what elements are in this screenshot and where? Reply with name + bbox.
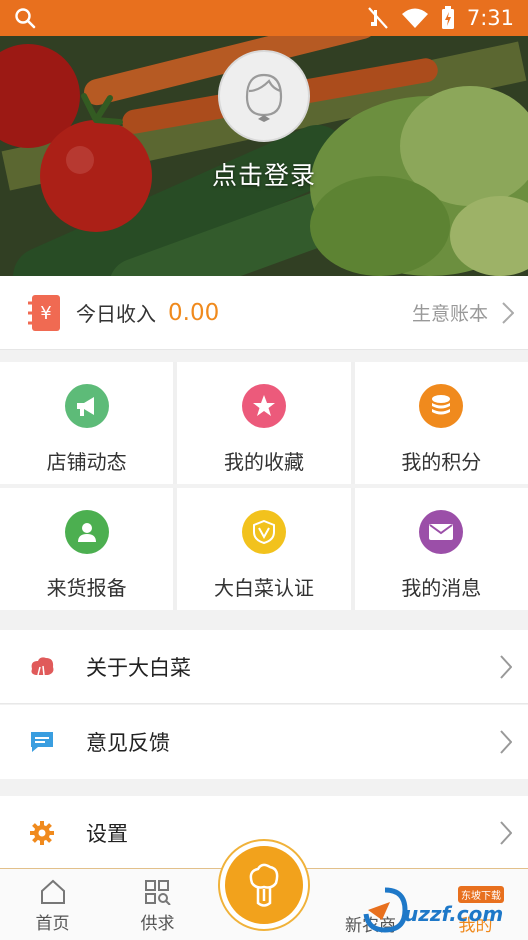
grid-item-label: 我的消息 xyxy=(401,576,482,600)
profile-header: 点击登录 xyxy=(0,36,528,276)
person-report-icon xyxy=(64,510,109,554)
status-bar: 7:31 xyxy=(0,0,528,36)
megaphone-icon xyxy=(64,384,109,428)
shield-v-icon xyxy=(241,510,286,554)
wifi-icon xyxy=(401,8,428,28)
clock: 7:31 xyxy=(466,6,514,30)
income-row[interactable]: ¥ 今日收入 0.00 生意账本 xyxy=(0,276,528,350)
ledger-link[interactable]: 生意账本 xyxy=(412,299,514,326)
grid-item-label: 大白菜认证 xyxy=(213,576,314,600)
watermark-text: uzzf.com xyxy=(404,902,504,926)
nav-label: 首页 xyxy=(35,914,70,934)
envelope-icon xyxy=(419,510,464,554)
watermark-logo: uzzf.com 东坡下载 xyxy=(360,886,522,934)
grid-item-favorites[interactable]: 我的收藏 xyxy=(177,362,351,484)
cabbage-center-icon xyxy=(249,863,279,907)
svg-text:¥: ¥ xyxy=(40,303,51,324)
chevron-right-icon xyxy=(500,654,512,679)
feature-grid-row-2: 来货报备 大白菜认证 我的消息 xyxy=(0,488,528,610)
grid-item-label: 店铺动态 xyxy=(46,450,127,474)
nav-center xyxy=(210,839,318,940)
user-avatar-icon xyxy=(245,73,283,122)
battery-charging-icon xyxy=(441,6,454,29)
grid-item-messages[interactable]: 我的消息 xyxy=(354,488,528,610)
list-item-about[interactable]: 关于大白菜 xyxy=(0,630,528,704)
list-item-feedback[interactable]: 意见反馈 xyxy=(0,705,528,779)
coins-icon xyxy=(419,384,464,428)
list-item-label: 设置 xyxy=(86,822,128,846)
cabbage-icon xyxy=(28,653,56,681)
login-link[interactable]: 点击登录 xyxy=(0,156,528,192)
chevron-right-icon xyxy=(502,301,514,324)
center-action-button[interactable] xyxy=(218,839,310,931)
star-icon xyxy=(241,384,286,428)
grid-item-label: 我的积分 xyxy=(401,450,482,474)
watermark-swirl-icon xyxy=(363,887,408,933)
income-value: 0.00 xyxy=(168,299,220,326)
grid-item-delivery-report[interactable]: 来货报备 xyxy=(0,488,174,610)
ledger-label: 生意账本 xyxy=(411,303,488,325)
nav-home[interactable]: 首页 xyxy=(0,869,105,940)
watermark-badge: 东坡下载 xyxy=(458,886,504,903)
grid-item-points[interactable]: 我的积分 xyxy=(354,362,528,484)
list-item-label: 关于大白菜 xyxy=(86,655,191,680)
grid-item-certification[interactable]: 大白菜认证 xyxy=(177,488,351,610)
list-item-label: 意见反馈 xyxy=(86,731,170,755)
chevron-right-icon xyxy=(500,821,512,845)
income-label: 今日收入 xyxy=(76,302,156,326)
feature-grid-row-1: 店铺动态 我的收藏 我的积分 xyxy=(0,362,528,484)
grid-item-label: 来货报备 xyxy=(46,576,127,600)
nav-supply-demand[interactable]: 供求 xyxy=(105,869,210,940)
grid-item-store-news[interactable]: 店铺动态 xyxy=(0,362,174,484)
search-icon[interactable] xyxy=(14,7,36,29)
chevron-right-icon xyxy=(500,730,512,754)
chat-icon xyxy=(28,728,56,756)
grid-search-icon xyxy=(144,880,171,905)
nav-label: 供求 xyxy=(140,914,175,934)
grid-item-label: 我的收藏 xyxy=(223,450,304,474)
income-ledger-icon: ¥ xyxy=(28,294,60,331)
gear-icon xyxy=(28,819,56,847)
home-icon xyxy=(40,879,65,904)
mute-icon xyxy=(368,7,388,29)
avatar[interactable] xyxy=(218,50,310,142)
